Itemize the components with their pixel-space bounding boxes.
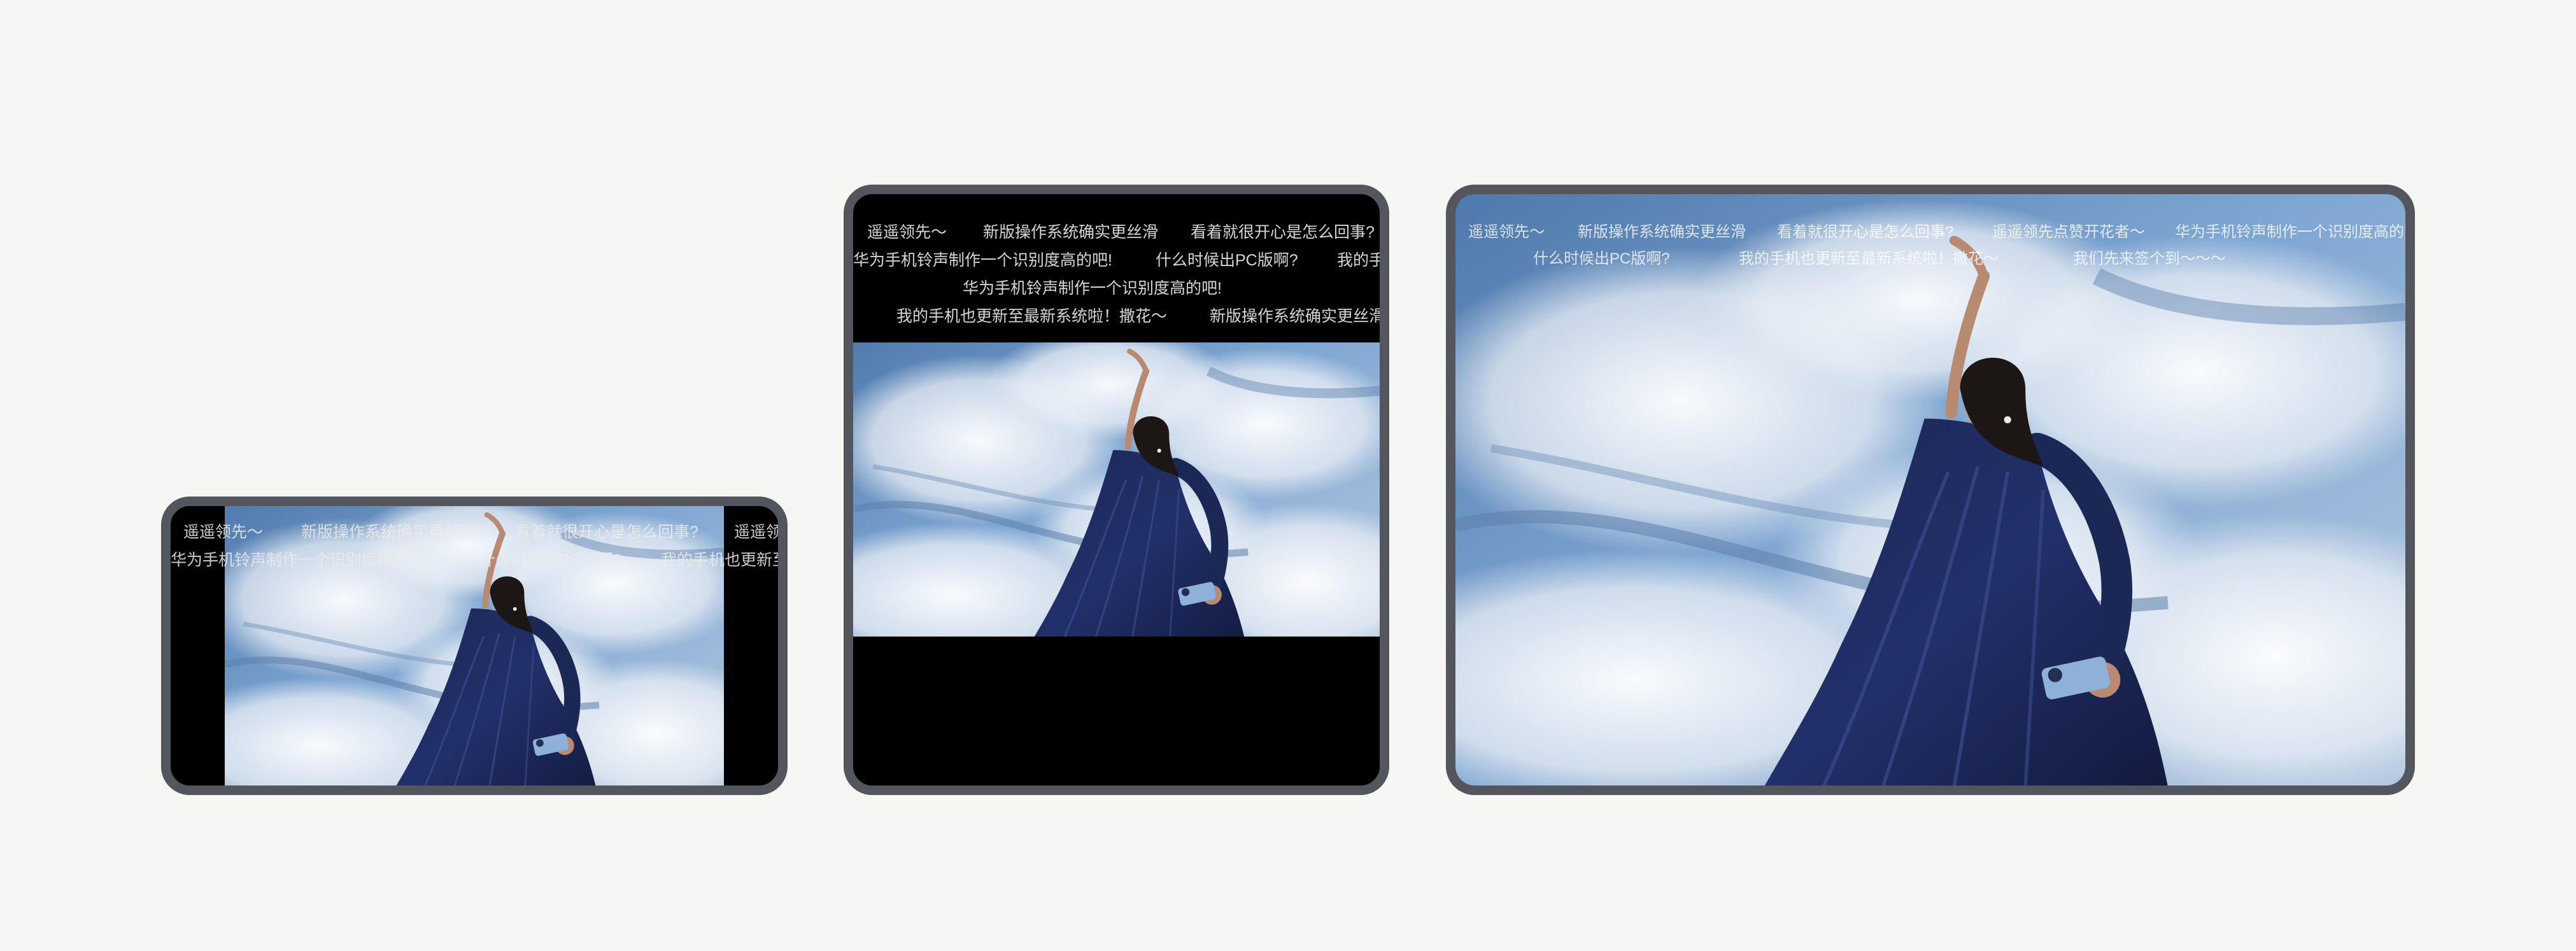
video-frame-image xyxy=(1455,194,2405,785)
danmaku-comment: 看着就很开心是怎么回事? xyxy=(1191,223,1375,241)
danmaku-comment: 华为手机铃声制作一个识别度高的吧! xyxy=(963,279,1222,297)
danmaku-comment: 新版操作系统确实更丝滑 xyxy=(1210,307,1385,325)
danmaku-comment: 我的手机也更新至最新系统啦！撒花～ xyxy=(896,307,1168,325)
danmaku-comment: 什么时候出PC版啊? xyxy=(1156,251,1298,269)
video-player[interactable] xyxy=(1455,194,2405,785)
danmaku-comment: 新版操作系统确实更丝滑 xyxy=(983,223,1159,241)
danmaku-comment: 华为手机铃声制作一个识别度高的吧! xyxy=(853,251,1112,269)
video-frame-image xyxy=(853,342,1380,637)
tablet-device-frame: 遥遥领先～ 新版操作系统确实更丝滑 看着就很开心是怎么回事? 遥遥领先点赞开花者… xyxy=(1446,185,2415,795)
foldable-device-frame: 遥遥领先～ 新版操作系统确实更丝滑 看着就很开心是怎么回事? 华为手机铃声制作一… xyxy=(844,185,1389,795)
danmaku-comment: 遥遥领先～ xyxy=(867,223,947,241)
video-frame-image xyxy=(225,506,724,785)
video-player[interactable] xyxy=(225,506,724,785)
danmaku-comment: 遥遥领 xyxy=(734,523,782,541)
video-player[interactable] xyxy=(853,342,1380,637)
danmaku-comment: 我的手 xyxy=(1337,251,1385,269)
phone-device-frame: 遥遥领先～ 新版操作系统确实更丝滑 看着就很开心是怎么回事? 遥遥领 华为手机铃… xyxy=(161,497,788,795)
